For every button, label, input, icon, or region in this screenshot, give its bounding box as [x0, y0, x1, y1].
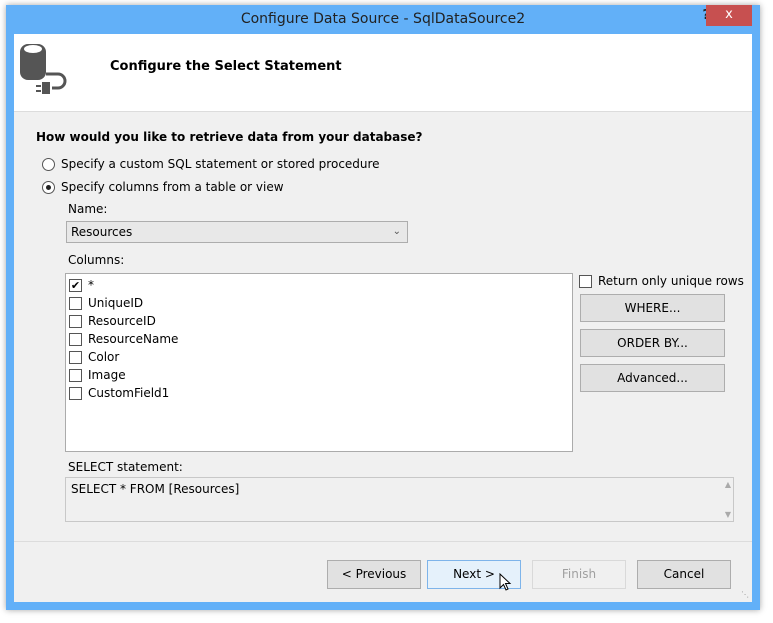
column-item[interactable]: Image — [68, 366, 570, 384]
column-label: * — [88, 278, 94, 292]
column-label: CustomField1 — [88, 386, 170, 400]
column-item[interactable]: ResourceID — [68, 312, 570, 330]
radio-button[interactable] — [42, 157, 55, 171]
select-statement-label: SELECT statement: — [68, 460, 183, 474]
checkbox[interactable] — [69, 368, 82, 382]
question-label: How would you like to retrieve data from… — [36, 130, 423, 144]
select-statement-box[interactable]: SELECT * FROM [Resources] ▲ ▼ — [65, 477, 734, 522]
column-item[interactable]: ✔ * — [68, 276, 570, 294]
page-title: Configure the Select Statement — [110, 59, 342, 74]
previous-button[interactable]: < Previous — [327, 560, 421, 589]
radio-table-columns[interactable]: Specify columns from a table or view — [42, 180, 284, 194]
checkbox[interactable] — [69, 350, 82, 364]
column-label: Image — [88, 368, 126, 382]
footer-divider — [14, 541, 752, 542]
scroll-down-icon[interactable]: ▼ — [725, 510, 731, 519]
radio-custom-sql[interactable]: Specify a custom SQL statement or stored… — [42, 157, 380, 171]
columns-label: Columns: — [68, 253, 125, 267]
column-item[interactable]: ResourceName — [68, 330, 570, 348]
name-label: Name: — [68, 202, 108, 216]
wizard-header: Configure the Select Statement — [14, 34, 752, 112]
select-value: Resources — [71, 225, 133, 239]
resize-grip-icon[interactable]: ⋱ — [741, 590, 749, 599]
checkbox[interactable] — [69, 296, 82, 310]
order-by-button[interactable]: ORDER BY... — [580, 329, 725, 357]
column-item[interactable]: UniqueID — [68, 294, 570, 312]
scroll-up-icon[interactable]: ▲ — [725, 480, 731, 489]
chevron-down-icon: ⌄ — [392, 226, 401, 237]
mouse-cursor-icon — [499, 573, 512, 591]
window-title: Configure Data Source - SqlDataSource2 — [240, 11, 526, 27]
radio-label: Specify columns from a table or view — [61, 180, 284, 194]
column-label: UniqueID — [88, 296, 144, 310]
radio-label: Specify a custom SQL statement or stored… — [61, 157, 380, 171]
unique-rows-checkbox[interactable]: Return only unique rows — [579, 274, 744, 288]
select-statement-text: SELECT * FROM [Resources] — [71, 482, 240, 496]
close-button[interactable]: x — [706, 5, 752, 26]
radio-button[interactable] — [42, 180, 55, 194]
checkbox-checked[interactable]: ✔ — [69, 278, 82, 292]
where-button[interactable]: WHERE... — [580, 294, 725, 322]
unique-rows-label: Return only unique rows — [598, 274, 744, 288]
advanced-button[interactable]: Advanced... — [580, 364, 725, 392]
table-name-select[interactable]: Resources ⌄ — [66, 221, 408, 243]
checkbox[interactable] — [69, 386, 82, 400]
database-connection-icon — [20, 44, 67, 94]
dialog-client: Configure the Select Statement How would… — [14, 34, 752, 602]
dialog-window: Configure Data Source - SqlDataSource2 ?… — [6, 5, 760, 610]
finish-button: Finish — [532, 560, 626, 589]
column-label: ResourceName — [88, 332, 179, 346]
column-item[interactable]: CustomField1 — [68, 384, 570, 402]
checkbox[interactable] — [579, 274, 592, 288]
checkbox[interactable] — [69, 332, 82, 346]
column-label: ResourceID — [88, 314, 156, 328]
column-item[interactable]: Color — [68, 348, 570, 366]
column-label: Color — [88, 350, 120, 364]
cancel-button[interactable]: Cancel — [637, 560, 731, 589]
columns-list[interactable]: ✔ * UniqueID ResourceID ResourceName Colo… — [65, 273, 573, 452]
checkbox[interactable] — [69, 314, 82, 328]
